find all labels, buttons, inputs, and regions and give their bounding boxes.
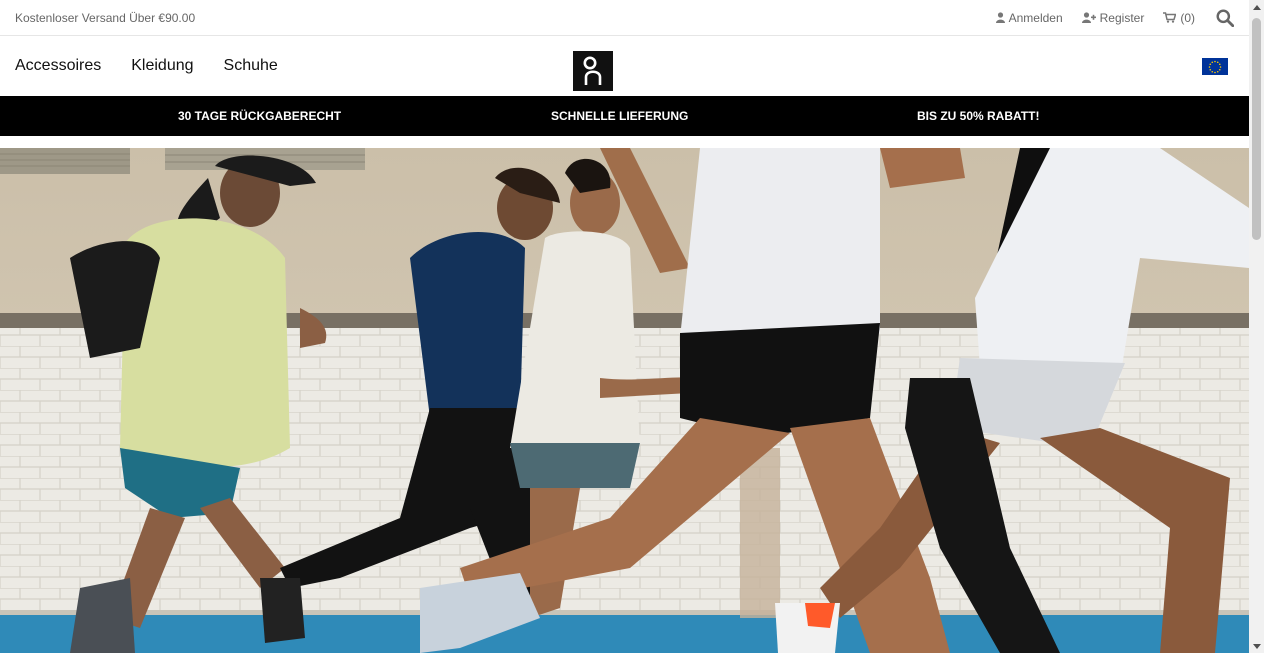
search-icon[interactable] (1216, 9, 1234, 27)
promo-banner: 30 TAGE RÜCKGABERECHT SCHNELLE LIEFERUNG… (0, 96, 1249, 136)
scroll-up-icon[interactable] (1249, 0, 1264, 14)
user-plus-icon (1081, 12, 1096, 23)
eu-flag-icon[interactable] (1202, 58, 1228, 75)
nav-item-kleidung[interactable]: Kleidung (131, 57, 193, 75)
cart-link[interactable]: (0) (1163, 11, 1195, 25)
category-menu: Accessoires Kleidung Schuhe (15, 57, 278, 75)
main-navigation: Accessoires Kleidung Schuhe (0, 36, 1249, 96)
page-scrollbar[interactable] (1249, 0, 1264, 653)
free-shipping-text: Kostenloser Versand Über €90.00 (15, 10, 196, 25)
promo-delivery: SCHNELLE LIEFERUNG (551, 109, 689, 123)
top-bar: Kostenloser Versand Über €90.00 Anmelden… (0, 0, 1249, 36)
promo-discount: BIS ZU 50% RABATT! (917, 109, 1040, 123)
login-link[interactable]: Anmelden (995, 10, 1063, 25)
promo-returns: 30 TAGE RÜCKGABERECHT (178, 109, 342, 123)
scroll-down-icon[interactable] (1249, 639, 1264, 653)
account-links: Anmelden Register (0) (995, 9, 1234, 27)
nav-item-accessoires[interactable]: Accessoires (15, 57, 101, 75)
login-label: Anmelden (1008, 10, 1063, 25)
cart-count: (0) (1180, 10, 1195, 25)
register-link[interactable]: Register (1081, 10, 1145, 25)
cart-icon (1163, 12, 1177, 23)
hero-image[interactable] (0, 148, 1249, 653)
user-icon (995, 12, 1005, 23)
register-label: Register (1099, 10, 1145, 25)
brand-logo[interactable] (573, 51, 613, 91)
nav-item-schuhe[interactable]: Schuhe (224, 57, 278, 75)
scrollbar-thumb[interactable] (1252, 18, 1261, 240)
